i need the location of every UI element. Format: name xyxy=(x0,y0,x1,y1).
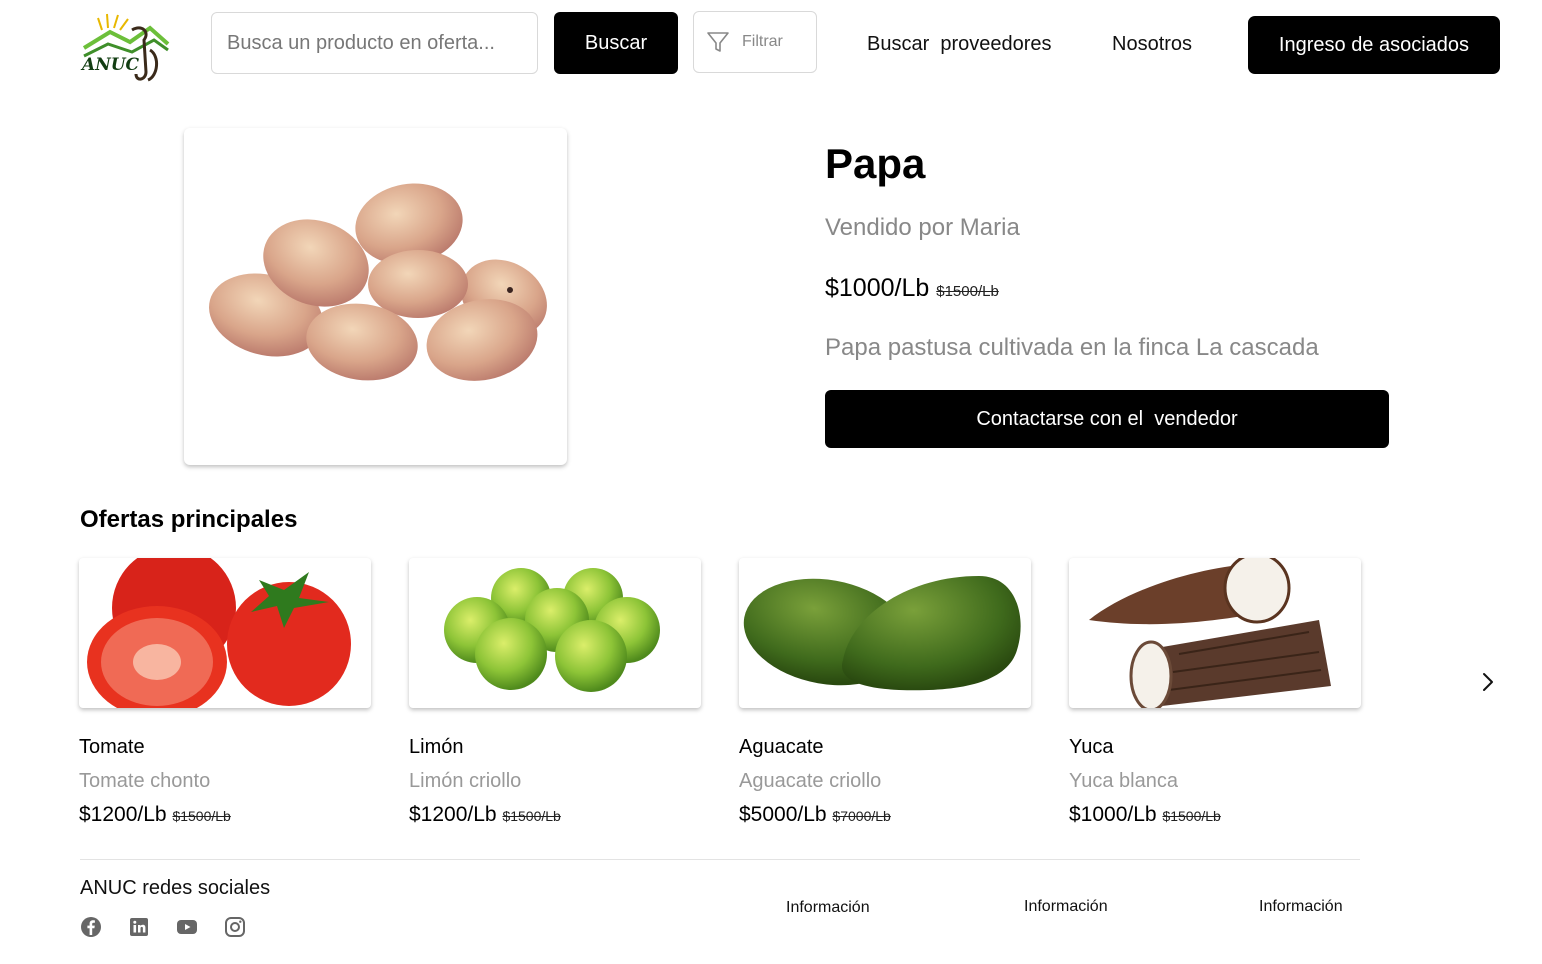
offer-price: $1200/Lb $1500/Lb xyxy=(409,803,561,827)
offer-image[interactable] xyxy=(739,558,1031,708)
footer-info-link-1[interactable]: Información xyxy=(786,899,870,917)
footer-divider xyxy=(80,859,1360,860)
offer-card-tomate[interactable]: Tomate Tomate chonto $1200/Lb $1500/Lb xyxy=(79,558,371,826)
old-price: $1500/Lb xyxy=(172,808,231,824)
cassava-image xyxy=(1089,558,1331,708)
offers-section-title: Ofertas principales xyxy=(80,506,298,533)
nav-buscar-proveedores[interactable]: Buscar proveedores xyxy=(867,33,1052,56)
footer-info-link-3[interactable]: Información xyxy=(1259,898,1343,916)
footer-title: ANUC redes sociales xyxy=(80,877,271,899)
old-price: $1500/Lb xyxy=(936,283,999,300)
footer-info-link-2[interactable]: Información xyxy=(1024,898,1108,916)
filter-label: Filtrar xyxy=(742,33,783,50)
filter-icon xyxy=(707,32,729,52)
offer-card-aguacate[interactable]: Aguacate Aguacate criollo $5000/Lb $7000… xyxy=(739,558,1031,826)
filter-button[interactable]: Filtrar xyxy=(693,11,817,73)
product-price: $1000/Lb $1500/Lb xyxy=(825,274,999,303)
chevron-right-icon[interactable] xyxy=(1476,668,1500,696)
login-button[interactable]: Ingreso de asociados xyxy=(1248,16,1500,74)
current-price: $5000/Lb xyxy=(739,803,827,826)
anuc-logo[interactable]: ANUC xyxy=(80,10,172,84)
offer-card-limon[interactable]: Limón Limón criollo $1200/Lb $1500/Lb xyxy=(409,558,701,826)
offer-subtitle: Tomate chonto xyxy=(79,770,211,792)
search-button[interactable]: Buscar xyxy=(554,12,678,74)
offer-image[interactable] xyxy=(79,558,371,708)
search-input[interactable] xyxy=(211,12,538,74)
old-price: $1500/Lb xyxy=(1162,808,1221,824)
offer-price: $5000/Lb $7000/Lb xyxy=(739,803,891,827)
offer-subtitle: Aguacate criollo xyxy=(739,770,882,792)
linkedin-icon[interactable] xyxy=(127,915,151,939)
potatoes-image xyxy=(209,183,547,381)
product-title: Papa xyxy=(825,140,926,187)
offer-name: Tomate xyxy=(79,736,145,758)
lime-image xyxy=(444,568,660,692)
offer-card-yuca[interactable]: Yuca Yuca blanca $1000/Lb $1500/Lb xyxy=(1069,558,1361,826)
offer-name: Yuca xyxy=(1069,736,1114,758)
offer-name: Limón xyxy=(409,736,464,758)
product-description: Papa pastusa cultivada en la finca La ca… xyxy=(825,334,1319,361)
current-price: $1200/Lb xyxy=(409,803,497,826)
instagram-icon[interactable] xyxy=(223,915,247,939)
contact-seller-button[interactable]: Contactarse con el vendedor xyxy=(825,390,1389,448)
offer-name: Aguacate xyxy=(739,736,824,758)
current-price: $1000/Lb xyxy=(825,274,930,302)
current-price: $1000/Lb xyxy=(1069,803,1157,826)
offer-image[interactable] xyxy=(1069,558,1361,708)
offer-price: $1000/Lb $1500/Lb xyxy=(1069,803,1221,827)
avocado-image xyxy=(743,576,1021,691)
product-seller: Vendido por Maria xyxy=(825,214,1020,241)
old-price: $7000/Lb xyxy=(832,808,891,824)
logo-text: ANUC xyxy=(80,55,140,75)
offer-subtitle: Yuca blanca xyxy=(1069,770,1178,792)
offer-image[interactable] xyxy=(409,558,701,708)
nav-nosotros[interactable]: Nosotros xyxy=(1112,33,1192,56)
offer-price: $1200/Lb $1500/Lb xyxy=(79,803,231,827)
current-price: $1200/Lb xyxy=(79,803,167,826)
old-price: $1500/Lb xyxy=(502,808,561,824)
product-image-card xyxy=(184,128,567,465)
offer-subtitle: Limón criollo xyxy=(409,770,522,792)
youtube-icon[interactable] xyxy=(175,915,199,939)
tomato-image xyxy=(87,558,351,708)
facebook-icon[interactable] xyxy=(79,915,103,939)
